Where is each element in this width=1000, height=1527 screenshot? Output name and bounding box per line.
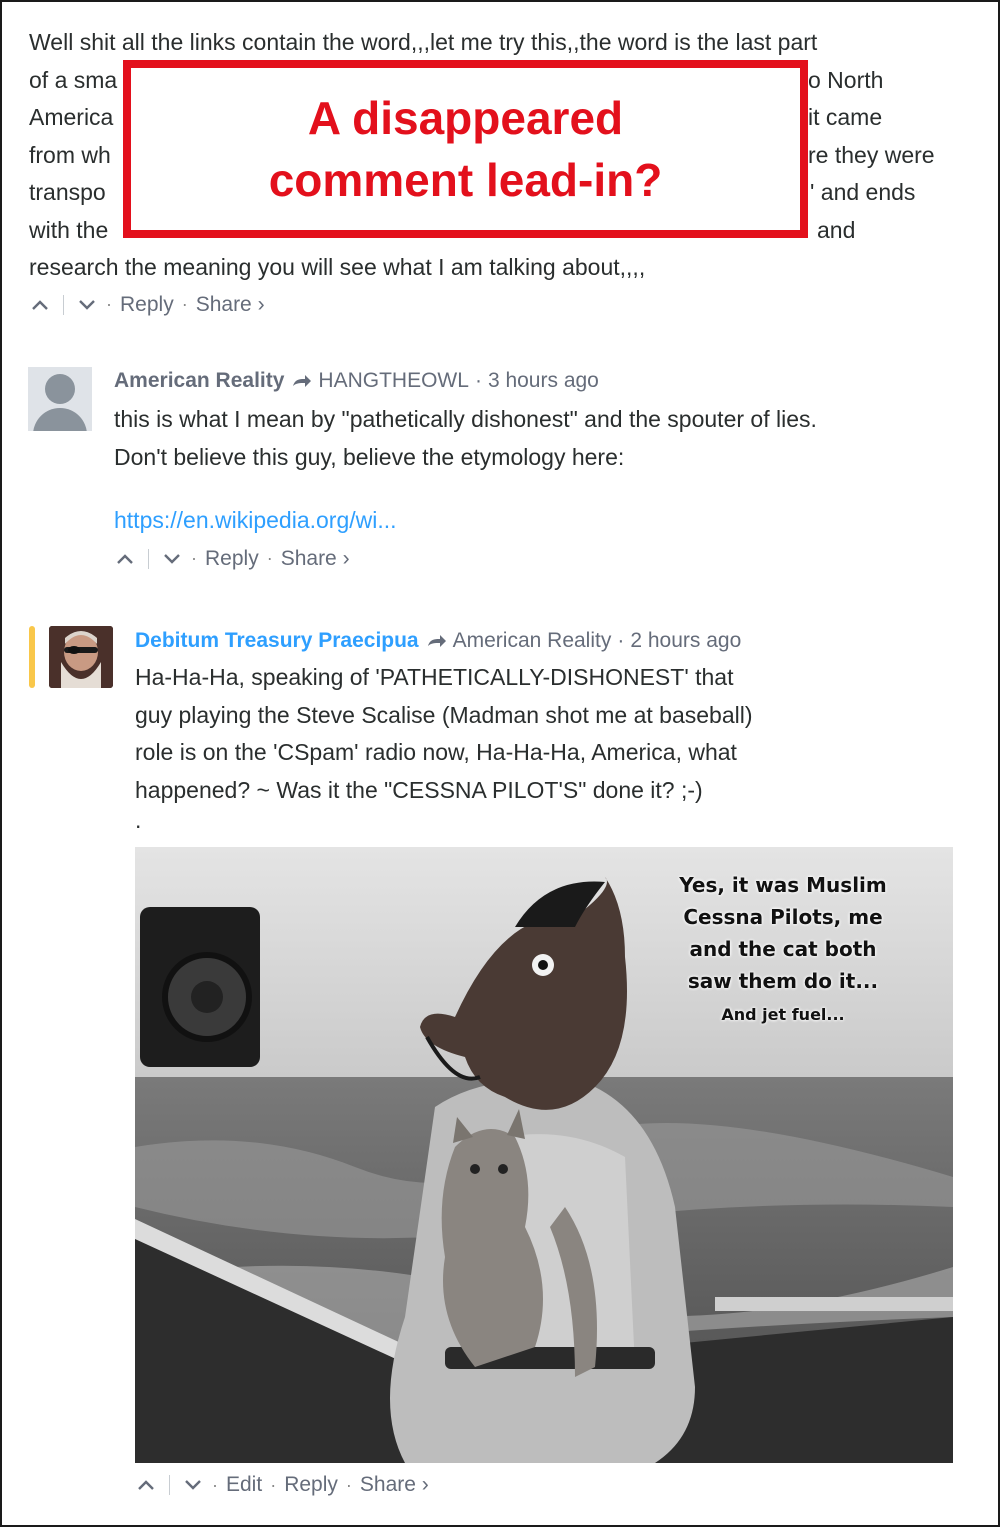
separator-dot: · [270, 1474, 277, 1495]
vote-divider [148, 548, 149, 569]
image-caption-line: saw them do it... [687, 969, 879, 993]
reply-button[interactable]: Reply [205, 547, 259, 571]
image-caption-line: Cessna Pilots, me [683, 905, 883, 929]
comment-2-line: Don't believe this guy, believe the etym… [114, 443, 625, 470]
image-caption: Yes, it was Muslim Cessna Pilots, me and… [643, 869, 923, 1033]
comment-1-line: with the [29, 216, 109, 243]
downvote-icon[interactable] [182, 1474, 204, 1496]
upvote-icon[interactable] [29, 294, 51, 316]
avatar[interactable] [49, 626, 113, 688]
comment-3-body: Ha-Ha-Ha, speaking of 'PATHETICALLY-DISH… [135, 659, 965, 833]
comment-image[interactable]: Yes, it was Muslim Cessna Pilots, me and… [135, 847, 953, 1463]
edit-button[interactable]: Edit [226, 1473, 262, 1497]
separator-dot: · [212, 1474, 218, 1495]
vote-divider [63, 294, 64, 315]
comment-1-line: research the meaning you will see what I… [29, 254, 646, 280]
comment-1-line: transpo [29, 179, 106, 205]
avatar-head [45, 374, 75, 404]
comment-1-line: from wh [29, 141, 111, 168]
separator-dot: · [181, 294, 188, 314]
comment-1-fragment: it came [808, 104, 883, 130]
reply-target[interactable]: American Reality [453, 626, 612, 656]
annotation-line: A disappeared [307, 92, 624, 144]
comment-2-line: this is what I mean by "pathetically dis… [114, 406, 817, 432]
comment-2-body: this is what I mean by "pathetically dis… [114, 401, 964, 540]
comment-3-dot: . [135, 807, 142, 833]
share-button[interactable]: Share › [360, 1473, 429, 1497]
annotation-box: A disappeared comment lead-in? [123, 60, 808, 238]
image-caption-line: and the cat both [689, 937, 877, 961]
separator-dot: · [474, 369, 482, 392]
timestamp[interactable]: 2 hours ago [630, 626, 741, 656]
comment-3-actions: · Edit · Reply · Share › [135, 1470, 429, 1500]
share-button[interactable]: Share › [281, 547, 350, 571]
upvote-icon[interactable] [114, 548, 136, 570]
comment-3: Debitum Treasury Praecipua American Real… [135, 626, 965, 833]
avatar[interactable] [28, 367, 92, 431]
downvote-icon[interactable] [161, 548, 183, 570]
image-caption-line: And jet fuel... [721, 1005, 845, 1024]
comment-1-fragment: o North [808, 66, 884, 93]
comment-2-header: American Reality HANGTHEOWL · 3 hours ag… [114, 366, 964, 396]
comment-2-actions: · Reply · Share › [114, 544, 964, 574]
comment-3-line: guy playing the Steve Scalise (Madman sh… [135, 701, 753, 728]
separator-dot: · [191, 548, 197, 568]
comment-1-line: America [29, 104, 114, 130]
timestamp[interactable]: 3 hours ago [488, 366, 599, 396]
reply-button[interactable]: Reply [120, 293, 174, 317]
separator-dot: · [266, 548, 273, 568]
image-caption-line: Yes, it was Muslim [679, 873, 887, 897]
comment-1-line: Well shit all the links contain the word… [29, 29, 818, 55]
separator-dot: · [345, 1474, 352, 1495]
comment-1-fragment: re they were [808, 141, 935, 168]
new-comment-highlight [29, 626, 35, 688]
comment-2: American Reality HANGTHEOWL · 3 hours ag… [114, 366, 964, 574]
reply-arrow-icon [427, 634, 447, 648]
comment-1-actions: · Reply · Share › [29, 290, 959, 320]
comment-3-header: Debitum Treasury Praecipua American Real… [135, 626, 965, 656]
comment-1-fragment: ' and ends [810, 179, 916, 205]
avatar-shoulders [33, 408, 87, 431]
reply-button[interactable]: Reply [284, 1473, 338, 1497]
comment-3-line: happened? ~ Was it the "CESSNA PILOT'S" … [135, 776, 703, 803]
comment-3-line: role is on the 'CSpam' radio now, Ha-Ha-… [135, 739, 737, 765]
reply-arrow-icon [292, 374, 312, 388]
separator-dot: · [617, 629, 625, 652]
downvote-icon[interactable] [76, 294, 98, 316]
comment-1-fragment: and [817, 216, 856, 243]
comment-3-line: Ha-Ha-Ha, speaking of 'PATHETICALLY-DISH… [135, 664, 734, 690]
annotation-text: A disappeared comment lead-in? [186, 87, 746, 211]
author-name[interactable]: American Reality [114, 366, 284, 396]
annotation-line: comment lead-in? [268, 154, 663, 206]
reply-target[interactable]: HANGTHEOWL [318, 366, 469, 396]
author-name[interactable]: Debitum Treasury Praecipua [135, 626, 419, 656]
comment-1-line: of a sma [29, 66, 118, 93]
separator-dot: · [106, 294, 112, 314]
share-button[interactable]: Share › [196, 293, 265, 317]
upvote-icon[interactable] [135, 1474, 157, 1496]
wikipedia-link[interactable]: https://en.wikipedia.org/wi... [114, 502, 964, 540]
vote-divider [169, 1475, 170, 1495]
